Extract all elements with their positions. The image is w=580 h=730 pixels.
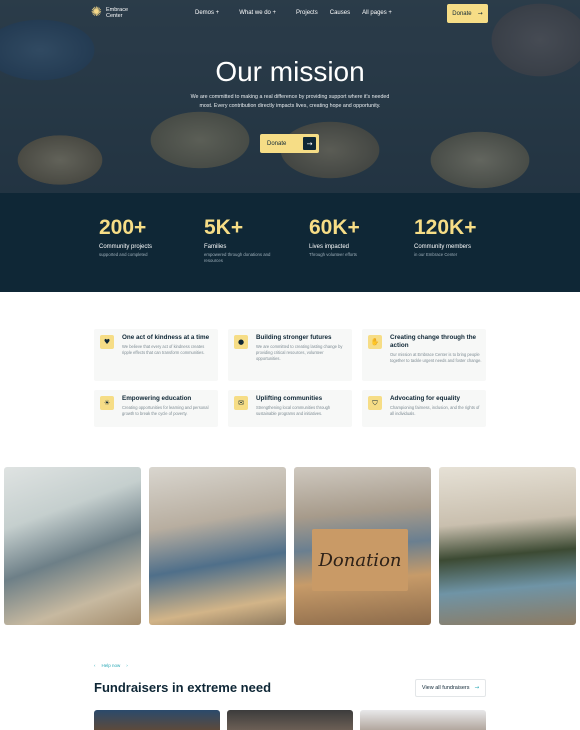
- heart-icon: ♥: [100, 335, 114, 349]
- feature-desc: Championing fairness, inclusion, and the…: [390, 405, 480, 416]
- chevron-left-icon: ‹: [94, 663, 96, 668]
- nav-item-demos[interactable]: Demos +: [195, 10, 219, 16]
- feature-title: Empowering education: [122, 395, 192, 402]
- feature-title: Advocating for equality: [390, 395, 460, 402]
- donation-box-photo: Donation: [294, 467, 431, 625]
- eyebrow-text: Help now: [101, 663, 121, 668]
- hero-donate-button[interactable]: Donate →: [260, 134, 319, 153]
- nav-donate-label: Donate: [452, 10, 472, 17]
- feature-desc: Creating opportunities for learning and …: [122, 405, 209, 416]
- feature-title: Uplifting communities: [256, 395, 323, 402]
- feature-desc: We believe that every act of kindness cr…: [122, 344, 205, 355]
- logo-text: Embrace Center: [106, 7, 129, 19]
- view-all-label: View all fundraisers: [421, 685, 470, 691]
- stat-value: 60K+: [309, 216, 360, 239]
- stats-band: 200+ Community projects supported and co…: [0, 193, 580, 292]
- stat-item: 200+ Community projects supported and co…: [99, 217, 169, 258]
- arrow-right-icon: →: [474, 685, 480, 691]
- person-icon: ●: [234, 335, 248, 349]
- logo[interactable]: Embrace Center: [91, 5, 134, 20]
- sun-icon: ☀: [100, 396, 114, 410]
- fundraiser-cards: [94, 710, 486, 730]
- donation-sign: Donation: [312, 529, 408, 591]
- stat-label: Lives impacted: [309, 244, 350, 250]
- feature-desc: We are committed to creating lasting cha…: [256, 344, 343, 361]
- section-title: Fundraisers in extreme need: [94, 680, 272, 695]
- volunteer-portrait-photo: [439, 467, 576, 625]
- volunteers-photo: [149, 467, 286, 625]
- stat-item: 60K+ Lives impacted Through volunteer ef…: [309, 217, 379, 258]
- feature-card: ♥ One act of kindness at a time We belie…: [94, 329, 218, 381]
- fundraiser-card-image[interactable]: [227, 710, 353, 730]
- feature-desc: Our mission at Embrace Center is to brin…: [390, 352, 482, 363]
- stat-item: 120K+ Community members in our Embrace C…: [414, 217, 484, 258]
- chevron-right-icon: ›: [126, 663, 128, 668]
- main-menu: Demos + What we do + Projects Causes All…: [195, 10, 392, 16]
- stat-label: Community projects: [99, 244, 153, 250]
- stat-value: 5K+: [204, 216, 244, 239]
- stat-desc: empowered through donations and resource…: [204, 252, 271, 263]
- arrow-right-icon: →: [303, 137, 316, 150]
- feature-card: ☀ Empowering education Creating opportun…: [94, 390, 218, 427]
- stat-value: 120K+: [414, 216, 477, 239]
- nav-item-what-we-do[interactable]: What we do +: [239, 10, 276, 16]
- fundraiser-card-image[interactable]: [360, 710, 486, 730]
- chat-icon: ✉: [234, 396, 248, 410]
- volunteers-photo: [4, 467, 141, 625]
- section-eyebrow: ‹ Help now ›: [94, 663, 128, 668]
- nav-item-causes[interactable]: Causes: [330, 10, 350, 16]
- hands-icon: ✋: [368, 335, 382, 349]
- hero-subtitle: We are committed to making a real differ…: [190, 94, 390, 109]
- view-all-fundraisers-button[interactable]: View all fundraisers →: [415, 679, 486, 697]
- stat-value: 200+: [99, 216, 147, 239]
- hero-title: Our mission: [215, 56, 365, 87]
- photo-gallery: Donation: [0, 467, 580, 625]
- feature-card: ⛉ Advocating for equality Championing fa…: [362, 390, 486, 427]
- nav-item-projects[interactable]: Projects: [296, 10, 318, 16]
- stat-desc: supported and completed: [99, 252, 148, 257]
- nav-donate-button[interactable]: Donate →: [447, 4, 488, 23]
- feature-title: Creating change through the action: [390, 334, 477, 349]
- top-nav: Embrace Center Demos + What we do + Proj…: [0, 0, 580, 28]
- feature-card: ● Building stronger futures We are commi…: [228, 329, 352, 381]
- shield-icon: ⛉: [368, 396, 382, 410]
- feature-title: One act of kindness at a time: [122, 334, 210, 341]
- stat-label: Families: [204, 244, 227, 250]
- stat-desc: in our Embrace Center: [414, 252, 458, 257]
- feature-card: ✉ Uplifting communities Strengthening lo…: [228, 390, 352, 427]
- stat-desc: Through volunteer efforts: [309, 252, 357, 257]
- sun-logo-icon: [91, 5, 103, 20]
- stat-label: Community members: [414, 244, 472, 250]
- hero-donate-label: Donate: [267, 140, 287, 147]
- hero-section: Embrace Center Demos + What we do + Proj…: [0, 0, 580, 193]
- feature-card: ✋ Creating change through the action Our…: [362, 329, 486, 381]
- arrow-right-icon: →: [477, 10, 483, 17]
- stat-item: 5K+ Families empowered through donations…: [204, 217, 274, 264]
- nav-item-all-pages[interactable]: All pages +: [362, 10, 392, 16]
- feature-title: Building stronger futures: [256, 334, 332, 341]
- fundraiser-card-image[interactable]: [94, 710, 220, 730]
- feature-desc: Strengthening local communities through …: [256, 405, 331, 416]
